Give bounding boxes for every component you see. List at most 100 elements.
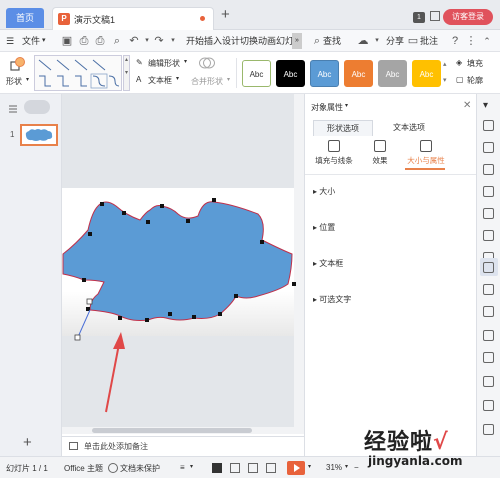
more-options-icon[interactable]: ⋮ bbox=[464, 34, 478, 48]
collapse-icon[interactable]: ▾ bbox=[483, 100, 494, 111]
image-icon[interactable] bbox=[483, 376, 494, 387]
zoom-dropdown-icon[interactable]: ▾ bbox=[345, 463, 348, 470]
cursor-icon[interactable] bbox=[483, 120, 494, 131]
menu-tab-home[interactable]: 开始 bbox=[186, 33, 204, 49]
animation-icon[interactable] bbox=[483, 230, 494, 241]
normal-view-icon[interactable] bbox=[212, 463, 222, 473]
edit-shape-dropdown-icon[interactable]: ▾ bbox=[184, 58, 187, 65]
window-layout-icon[interactable] bbox=[430, 11, 440, 21]
save-icon[interactable]: ▣ bbox=[60, 34, 74, 48]
add-slide-button[interactable]: + bbox=[23, 434, 32, 451]
play-dropdown-icon[interactable]: ▾ bbox=[308, 463, 311, 470]
grid-icon[interactable] bbox=[483, 208, 494, 219]
style-preview-1[interactable]: Abc bbox=[242, 60, 271, 87]
search-icon[interactable]: ⌕ bbox=[310, 34, 324, 48]
shape-layers-icon[interactable] bbox=[483, 186, 494, 197]
slide-sorter-icon[interactable] bbox=[230, 463, 240, 473]
vertical-scrollbar[interactable] bbox=[294, 94, 304, 434]
brush-icon[interactable] bbox=[483, 284, 494, 295]
more-tabs-icon[interactable]: » bbox=[292, 33, 302, 49]
section-alt-text[interactable]: ▸ 可选文字 bbox=[313, 294, 351, 305]
tab-text-options[interactable]: 文本选项 bbox=[379, 120, 439, 136]
settings-icon[interactable] bbox=[483, 164, 494, 175]
style-preview-3[interactable]: Abc bbox=[310, 60, 339, 87]
textbox-button[interactable]: 文本框 bbox=[148, 75, 172, 86]
cube-icon[interactable] bbox=[483, 142, 494, 153]
menu-icon[interactable]: ☰ bbox=[6, 33, 14, 49]
notes-bar[interactable]: 单击此处添加备注 bbox=[62, 436, 304, 456]
menu-tab-transition[interactable]: 切换 bbox=[240, 33, 258, 49]
tools-icon[interactable] bbox=[483, 400, 494, 411]
comment-button[interactable]: 批注 bbox=[420, 33, 438, 49]
tab-shape-options[interactable]: 形状选项 bbox=[313, 120, 373, 136]
style-preview-5[interactable]: Abc bbox=[378, 60, 407, 87]
guest-login-button[interactable]: 访客登录 bbox=[443, 9, 493, 25]
cloud-icon[interactable]: ☁ bbox=[356, 34, 370, 48]
more-icon[interactable] bbox=[483, 424, 494, 435]
outline-icon[interactable]: ▢ bbox=[456, 75, 464, 84]
chevron-down-icon[interactable]: ▾ bbox=[42, 33, 46, 49]
textbox-icon[interactable]: A bbox=[136, 75, 141, 84]
edit-shape-button[interactable]: 编辑形状 bbox=[148, 58, 180, 69]
horizontal-scrollbar-thumb[interactable] bbox=[92, 428, 252, 433]
menu-tab-animation[interactable]: 动画 bbox=[258, 33, 276, 49]
tab-home[interactable]: 首页 bbox=[6, 8, 44, 28]
merge-shape-dropdown-icon[interactable]: ▾ bbox=[227, 76, 230, 83]
slide-view-toggle[interactable] bbox=[24, 100, 50, 114]
panel-title-dropdown-icon[interactable]: ▾ bbox=[345, 102, 348, 109]
menu-file[interactable]: 文件 bbox=[22, 33, 40, 49]
subtab-effects[interactable]: 效果 bbox=[365, 140, 395, 166]
tab-document[interactable]: P 演示文稿1 bbox=[52, 7, 214, 30]
style-preview-4[interactable]: Abc bbox=[344, 60, 373, 87]
edit-shape-icon[interactable]: ✎ bbox=[136, 58, 143, 67]
notes-view-icon[interactable] bbox=[266, 463, 276, 473]
notes-placeholder[interactable]: 单击此处添加备注 bbox=[84, 441, 148, 452]
share-button[interactable]: 分享 bbox=[386, 33, 404, 49]
zoom-out-icon[interactable]: − bbox=[354, 463, 359, 472]
sort-dropdown-icon[interactable]: ▾ bbox=[190, 463, 193, 470]
style-gallery-up-icon[interactable]: ▴ bbox=[443, 60, 447, 68]
shape-dropdown-icon[interactable]: ▾ bbox=[26, 76, 29, 83]
help-icon[interactable]: ? bbox=[448, 34, 462, 48]
export-icon[interactable]: ⎙ bbox=[77, 34, 91, 48]
section-position[interactable]: ▸ 位置 bbox=[313, 222, 335, 233]
collapse-ribbon-icon[interactable]: ⌃ bbox=[480, 34, 494, 48]
print-icon[interactable]: ⎙ bbox=[93, 34, 107, 48]
comment-icon[interactable]: ▭ bbox=[406, 34, 420, 48]
fill-button[interactable]: 填充 bbox=[467, 58, 483, 69]
window-icon[interactable] bbox=[483, 352, 494, 363]
slide-thumbnail[interactable] bbox=[20, 124, 58, 146]
connector-gallery[interactable] bbox=[34, 55, 122, 91]
theme-name[interactable]: Office 主题 bbox=[64, 463, 103, 474]
quick-access-dropdown-icon[interactable]: ▾ bbox=[166, 34, 180, 48]
menu-tab-design[interactable]: 设计 bbox=[222, 33, 240, 49]
section-textbox[interactable]: ▸ 文本框 bbox=[313, 258, 343, 269]
section-size[interactable]: ▸ 大小 bbox=[313, 186, 335, 197]
style-preview-6[interactable]: Abc bbox=[412, 60, 441, 87]
fill-icon[interactable]: ◈ bbox=[456, 58, 462, 67]
merge-shape-icon[interactable] bbox=[198, 56, 216, 70]
style-preview-2[interactable]: Abc bbox=[276, 60, 305, 87]
zoom-level[interactable]: 31% bbox=[326, 463, 342, 472]
search-label[interactable]: 查找 bbox=[323, 33, 341, 49]
sliders-icon[interactable] bbox=[483, 262, 494, 273]
textbox-dropdown-icon[interactable]: ▾ bbox=[176, 75, 179, 82]
protection-status[interactable]: 文档未保护 bbox=[120, 463, 160, 474]
undo-icon[interactable]: ↶ bbox=[127, 34, 141, 48]
merge-shape-button[interactable]: 合并形状 bbox=[191, 76, 223, 87]
cloud-dropdown-icon[interactable]: ▾ bbox=[370, 34, 384, 48]
sort-icon[interactable]: ≡ bbox=[180, 463, 185, 472]
play-slideshow-button[interactable] bbox=[287, 461, 305, 475]
redo-icon[interactable]: ↷ bbox=[152, 34, 166, 48]
subtab-size-properties[interactable]: 大小与属性 bbox=[403, 140, 449, 166]
close-icon[interactable]: ✕ bbox=[463, 100, 471, 111]
style-gallery-down-icon[interactable]: ▾ bbox=[443, 76, 447, 84]
menu-tab-insert[interactable]: 插入 bbox=[204, 33, 222, 49]
outline-button[interactable]: 轮廓 bbox=[467, 75, 483, 86]
outline-view-icon[interactable] bbox=[8, 104, 18, 114]
gallery-scroll-icon[interactable]: ▴ ▾ bbox=[123, 55, 130, 91]
new-tab-icon[interactable]: + bbox=[221, 7, 230, 22]
window-count-badge[interactable]: 1 bbox=[413, 12, 425, 23]
preview-icon[interactable]: ⌕ bbox=[110, 34, 124, 48]
shape-icon[interactable] bbox=[10, 57, 26, 71]
